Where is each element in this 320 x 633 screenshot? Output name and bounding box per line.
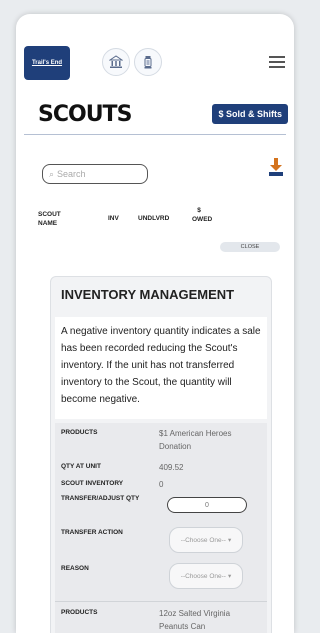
product-name-2: 12oz Salted Virginia Peanuts Can [159, 609, 231, 631]
download-icon[interactable] [268, 158, 284, 178]
logo-text: Trail's End [31, 60, 63, 66]
trails-end-logo[interactable]: Trail's End [24, 46, 70, 80]
title-row: SCOUTS $ Sold & Shifts [38, 102, 288, 130]
header-divider [24, 134, 286, 135]
label-qty-at-unit: QTY AT UNIT [61, 463, 101, 470]
row-divider [55, 601, 267, 602]
reason-select[interactable]: --Choose One-- ▾ [169, 563, 243, 589]
chevron-down-icon: ▾ [227, 537, 232, 544]
label-transfer-action: TRANSFER ACTION [61, 529, 123, 536]
lantern-icon[interactable] [134, 48, 162, 76]
search-placeholder: Search [57, 169, 86, 179]
column-inv[interactable]: INV [108, 214, 119, 223]
transfer-action-select[interactable]: --Choose One-- ▾ [169, 527, 243, 553]
chevron-down-icon: ▾ [227, 573, 232, 580]
search-icon: ⌕ [49, 168, 55, 179]
transfer-action-value: --Choose One-- [180, 536, 226, 544]
menu-icon[interactable] [269, 56, 285, 68]
search-input[interactable]: ⌕ Search [42, 164, 148, 184]
scout-inventory-value: 0 [159, 480, 164, 489]
inventory-details: PRODUCTS $1 American Heroes Donation QTY… [55, 423, 267, 633]
inventory-management-card: INVENTORY MANAGEMENT A negative inventor… [50, 276, 272, 633]
transfer-qty-input[interactable]: 0 [167, 497, 247, 513]
label-transfer-adjust-qty: TRANSFER/ADJUST QTY [61, 495, 140, 502]
card-title: INVENTORY MANAGEMENT [61, 287, 235, 302]
product-name: $1 American Heroes Donation [159, 429, 232, 451]
label-reason: REASON [61, 565, 89, 572]
bank-icon[interactable] [102, 48, 130, 76]
inventory-message: A negative inventory quantity indicates … [55, 317, 267, 419]
column-scout-name[interactable]: SCOUT NAME [38, 210, 70, 228]
qty-at-unit-value: 409.52 [159, 463, 184, 472]
column-owed[interactable]: $ OWED [192, 206, 212, 224]
close-chip[interactable]: CLOSE [220, 242, 280, 252]
column-undlvrd[interactable]: UNDLVRD [138, 214, 169, 223]
sold-and-shifts-button[interactable]: $ Sold & Shifts [212, 104, 288, 124]
label-products-2: PRODUCTS [61, 609, 98, 616]
label-products: PRODUCTS [61, 429, 98, 436]
app-frame: Trail's End SCOUTS $ Sold & Shifts ⌕ Sea… [16, 14, 294, 633]
reason-value: --Choose One-- [180, 572, 226, 580]
top-bar: Trail's End [16, 14, 294, 90]
label-scout-inventory: SCOUT INVENTORY [61, 480, 124, 487]
page-title: SCOUTS [38, 102, 132, 127]
